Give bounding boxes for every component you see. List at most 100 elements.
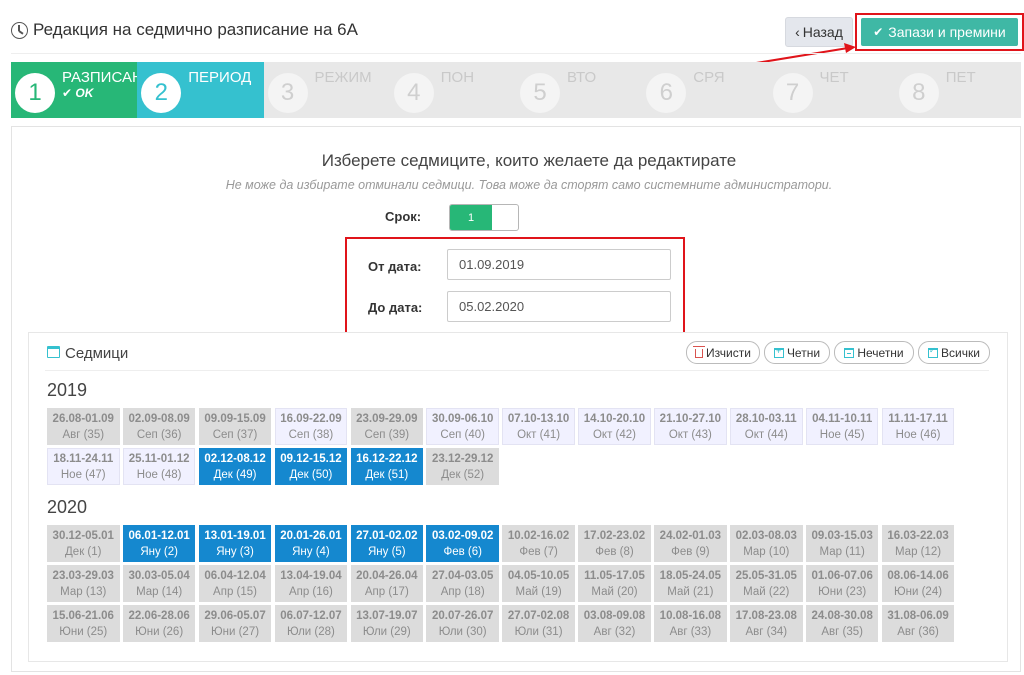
week-cell[interactable]: 23.12-29.12 Дек (52) bbox=[426, 448, 499, 485]
step-number: 5 bbox=[520, 73, 560, 113]
week-cell[interactable]: 09.09-15.09 Сеп (37) bbox=[198, 408, 272, 445]
week-cell[interactable]: 20.04-26.04 Апр (17) bbox=[350, 565, 424, 602]
check-icon: ✔ bbox=[62, 86, 76, 100]
week-cell[interactable]: 15.06-21.06 Юни (25) bbox=[47, 605, 120, 642]
step-status-text: OK bbox=[75, 86, 94, 100]
week-label: Сеп (36) bbox=[136, 428, 182, 441]
week-cell[interactable]: 10.02-16.02 Фев (7) bbox=[502, 525, 575, 562]
week-cell[interactable]: 13.07-19.07 Юли (29) bbox=[350, 605, 424, 642]
week-cell[interactable]: 03.08-09.08 Авг (32) bbox=[578, 605, 651, 642]
term-toggle[interactable]: 1 bbox=[449, 204, 519, 231]
week-cell[interactable]: 14.10-20.10 Окт (42) bbox=[578, 408, 651, 445]
week-cell[interactable]: 28.10-03.11 Окт (44) bbox=[730, 408, 803, 445]
all-weeks-button[interactable]: Всички bbox=[918, 341, 990, 364]
calendar-minus-icon bbox=[844, 347, 855, 358]
week-label: Окт (41) bbox=[517, 428, 561, 441]
week-range: 07.10-13.10 bbox=[507, 412, 570, 425]
week-cell[interactable]: 03.02-09.02 Фев (6) bbox=[426, 525, 499, 562]
all-weeks-label: Всички bbox=[941, 345, 980, 360]
week-cell[interactable]: 06.07-12.07 Юли (28) bbox=[274, 605, 348, 642]
step-number: 7 bbox=[772, 73, 813, 113]
week-cell[interactable]: 23.03-29.03 Мар (13) bbox=[47, 565, 120, 602]
week-range: 04.11-10.11 bbox=[812, 412, 873, 425]
week-range: 22.06-28.06 bbox=[128, 609, 190, 622]
week-range: 03.08-09.08 bbox=[583, 609, 646, 622]
week-cell[interactable]: 04.05-10.05 Май (19) bbox=[502, 565, 575, 602]
wizard-step-7[interactable]: 7 ЧЕТ bbox=[769, 62, 895, 118]
week-range: 26.08-01.09 bbox=[52, 412, 114, 425]
week-range: 30.12-05.01 bbox=[52, 529, 114, 542]
clear-weeks-button[interactable]: Изчисти bbox=[686, 341, 760, 364]
week-cell[interactable]: 02.09-08.09 Сеп (36) bbox=[122, 408, 196, 445]
wizard-step-3[interactable]: 3 РЕЖИМ bbox=[264, 62, 390, 118]
week-cell[interactable]: 25.11-01.12 Ное (48) bbox=[122, 448, 196, 485]
week-cell[interactable]: 20.07-26.07 Юли (30) bbox=[426, 605, 499, 642]
wizard-step-1[interactable]: 1 РАЗПИСАН ✔ OK bbox=[11, 62, 138, 118]
week-cell[interactable]: 10.08-16.08 Авг (33) bbox=[654, 605, 727, 642]
week-label: Юни (23) bbox=[818, 585, 867, 598]
week-label: Окт (44) bbox=[744, 428, 788, 441]
week-cell[interactable]: 16.12-22.12 Дек (51) bbox=[350, 448, 424, 485]
week-cell[interactable]: 20.01-26.01 Яну (4) bbox=[274, 525, 348, 562]
week-cell[interactable]: 18.11-24.11 Ное (47) bbox=[47, 448, 120, 485]
week-cell[interactable]: 01.06-07.06 Юни (23) bbox=[805, 565, 879, 602]
week-cell[interactable]: 30.03-05.04 Мар (14) bbox=[122, 565, 196, 602]
week-label: Мар (13) bbox=[60, 585, 107, 598]
week-cell[interactable]: 26.08-01.09 Авг (35) bbox=[47, 408, 120, 445]
odd-weeks-button[interactable]: Нечетни bbox=[834, 341, 914, 364]
week-cell[interactable]: 02.12-08.12 Дек (49) bbox=[198, 448, 272, 485]
step-number: 8 bbox=[898, 73, 939, 113]
week-cell[interactable]: 09.03-15.03 Мар (11) bbox=[805, 525, 879, 562]
week-cell[interactable]: 06.04-12.04 Апр (15) bbox=[198, 565, 272, 602]
week-cell[interactable]: 29.06-05.07 Юни (27) bbox=[198, 605, 272, 642]
wizard-step-5[interactable]: 5 ВТО bbox=[516, 62, 642, 118]
weeks-divider bbox=[45, 370, 989, 371]
week-cell[interactable]: 02.03-08.03 Мар (10) bbox=[730, 525, 803, 562]
week-label: Дек (51) bbox=[365, 468, 409, 481]
week-cell[interactable]: 11.11-17.11 Ное (46) bbox=[881, 408, 955, 445]
week-label: Окт (43) bbox=[668, 428, 712, 441]
wizard-step-6[interactable]: 6 СРЯ bbox=[642, 62, 768, 118]
week-cell[interactable]: 11.05-17.05 Май (20) bbox=[578, 565, 651, 602]
week-cell[interactable]: 18.05-24.05 Май (21) bbox=[654, 565, 727, 602]
week-label: Сеп (38) bbox=[288, 428, 334, 441]
week-cell[interactable]: 21.10-27.10 Окт (43) bbox=[654, 408, 727, 445]
week-cell[interactable]: 22.06-28.06 Юни (26) bbox=[122, 605, 196, 642]
week-cell[interactable]: 27.04-03.05 Апр (18) bbox=[426, 565, 499, 602]
wizard-step-2[interactable]: 2 ПЕРИОД bbox=[137, 62, 264, 118]
week-cell[interactable]: 13.04-19.04 Апр (16) bbox=[274, 565, 348, 602]
week-cell[interactable]: 23.09-29.09 Сеп (39) bbox=[350, 408, 424, 445]
week-cell[interactable]: 31.08-06.09 Авг (36) bbox=[881, 605, 955, 642]
week-cell[interactable]: 27.01-02.02 Яну (5) bbox=[350, 525, 424, 562]
week-range: 17.08-23.08 bbox=[735, 609, 797, 622]
week-cell[interactable]: 30.09-06.10 Сеп (40) bbox=[426, 408, 499, 445]
wizard-step-8[interactable]: 8 ПЕТ bbox=[895, 62, 1021, 118]
week-cell[interactable]: 16.03-22.03 Мар (12) bbox=[881, 525, 955, 562]
week-cell[interactable]: 08.06-14.06 Юни (24) bbox=[881, 565, 955, 602]
save-and-continue-button[interactable]: ✔ Запази и премини bbox=[861, 18, 1018, 46]
week-cell[interactable]: 30.12-05.01 Дек (1) bbox=[47, 525, 120, 562]
week-cell[interactable]: 07.10-13.10 Окт (41) bbox=[502, 408, 575, 445]
week-label: Яну (5) bbox=[367, 545, 406, 558]
wizard-step-4[interactable]: 4 ПОН bbox=[390, 62, 516, 118]
week-cell[interactable]: 16.09-22.09 Сеп (38) bbox=[274, 408, 348, 445]
even-weeks-button[interactable]: Четни bbox=[764, 341, 830, 364]
week-label: Дек (50) bbox=[289, 468, 333, 481]
step-label: ВТО bbox=[567, 69, 597, 86]
week-cell[interactable]: 09.12-15.12 Дек (50) bbox=[274, 448, 348, 485]
week-cell[interactable]: 17.02-23.02 Фев (8) bbox=[578, 525, 651, 562]
week-cell[interactable]: 06.01-12.01 Яну (2) bbox=[122, 525, 196, 562]
week-label: Дек (52) bbox=[441, 468, 485, 481]
week-label: Ное (48) bbox=[136, 468, 182, 481]
week-cell[interactable]: 13.01-19.01 Яну (3) bbox=[198, 525, 272, 562]
week-cell[interactable]: 24.02-01.03 Фев (9) bbox=[654, 525, 727, 562]
week-range: 25.05-31.05 bbox=[735, 569, 797, 582]
week-cell[interactable]: 04.11-10.11 Ное (45) bbox=[805, 408, 879, 445]
week-cell[interactable]: 27.07-02.08 Юли (31) bbox=[502, 605, 575, 642]
week-cell[interactable]: 25.05-31.05 Май (22) bbox=[730, 565, 803, 602]
week-cell[interactable]: 24.08-30.08 Авг (35) bbox=[805, 605, 879, 642]
from-date-input[interactable] bbox=[447, 249, 671, 280]
week-cell[interactable]: 17.08-23.08 Авг (34) bbox=[730, 605, 803, 642]
week-range: 20.07-26.07 bbox=[432, 609, 494, 622]
to-date-input[interactable] bbox=[447, 291, 671, 322]
